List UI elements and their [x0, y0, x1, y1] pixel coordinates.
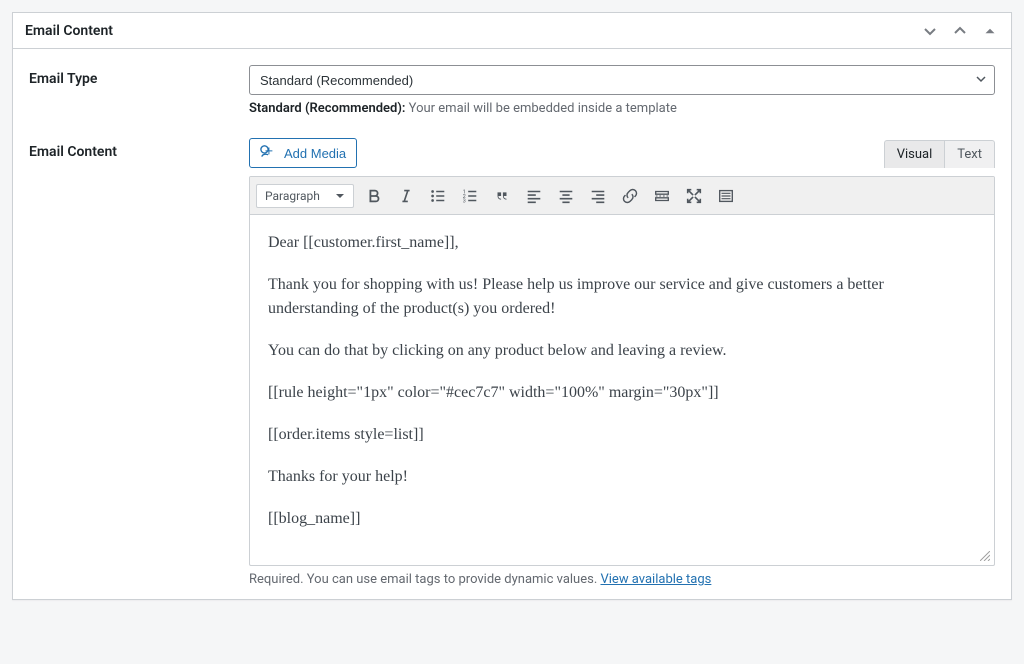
format-select-label: Paragraph [265, 189, 320, 203]
italic-icon[interactable] [396, 186, 416, 206]
align-right-icon[interactable] [588, 186, 608, 206]
editor-paragraph[interactable]: Thank you for shopping with us! Please h… [268, 273, 976, 321]
chevron-down-icon[interactable] [921, 22, 939, 40]
read-more-icon[interactable] [652, 186, 672, 206]
align-left-icon[interactable] [524, 186, 544, 206]
fullscreen-icon[interactable] [684, 186, 704, 206]
label-email-content: Email Content [29, 138, 249, 160]
bullet-list-icon[interactable] [428, 186, 448, 206]
email-type-hint: Standard (Recommended): Your email will … [249, 101, 995, 116]
link-icon[interactable] [620, 186, 640, 206]
chevron-up-icon[interactable] [951, 22, 969, 40]
align-center-icon[interactable] [556, 186, 576, 206]
email-content-helper: Required. You can use email tags to prov… [249, 572, 995, 587]
caret-down-icon [335, 191, 345, 201]
editor-paragraph[interactable]: [[rule height="1px" color="#cec7c7" widt… [268, 381, 976, 405]
editor-paragraph[interactable]: [[blog_name]] [268, 507, 976, 531]
email-content-panel: Email Content Email Type [12, 12, 1012, 600]
add-media-button[interactable]: Add Media [249, 138, 357, 168]
toolbar-toggle-icon[interactable] [716, 186, 736, 206]
rich-text-editor: Paragraph 123 [249, 176, 995, 566]
editor-paragraph[interactable]: Thanks for your help! [268, 465, 976, 489]
resize-handle-icon[interactable] [980, 551, 992, 563]
editor-toolbar: Paragraph 123 [250, 177, 994, 215]
editor-paragraph[interactable]: Dear [[customer.first_name]], [268, 231, 976, 255]
svg-text:3: 3 [463, 198, 466, 204]
media-icon [260, 144, 278, 162]
field-row-email-type: Email Type Standard (Recommended) Standa… [29, 65, 995, 116]
blockquote-icon[interactable] [492, 186, 512, 206]
format-select[interactable]: Paragraph [256, 184, 354, 208]
editor-body[interactable]: Dear [[customer.first_name]], Thank you f… [250, 215, 994, 565]
numbered-list-icon[interactable]: 123 [460, 186, 480, 206]
editor-paragraph[interactable]: [[order.items style=list]] [268, 423, 976, 447]
editor-paragraph[interactable]: You can do that by clicking on any produ… [268, 339, 976, 363]
label-email-type: Email Type [29, 65, 249, 87]
add-media-button-label: Add Media [284, 146, 346, 161]
view-available-tags-link[interactable]: View available tags [600, 572, 711, 587]
editor-mode-tabs: Visual Text [884, 140, 995, 168]
tab-visual[interactable]: Visual [884, 140, 945, 168]
field-row-email-content: Email Content Add Media [29, 138, 995, 587]
bold-icon[interactable] [364, 186, 384, 206]
tab-text[interactable]: Text [944, 140, 995, 168]
caret-up-icon[interactable] [981, 22, 999, 40]
panel-header: Email Content [13, 13, 1011, 49]
email-type-select[interactable]: Standard (Recommended) [249, 65, 995, 95]
panel-title: Email Content [25, 23, 113, 39]
